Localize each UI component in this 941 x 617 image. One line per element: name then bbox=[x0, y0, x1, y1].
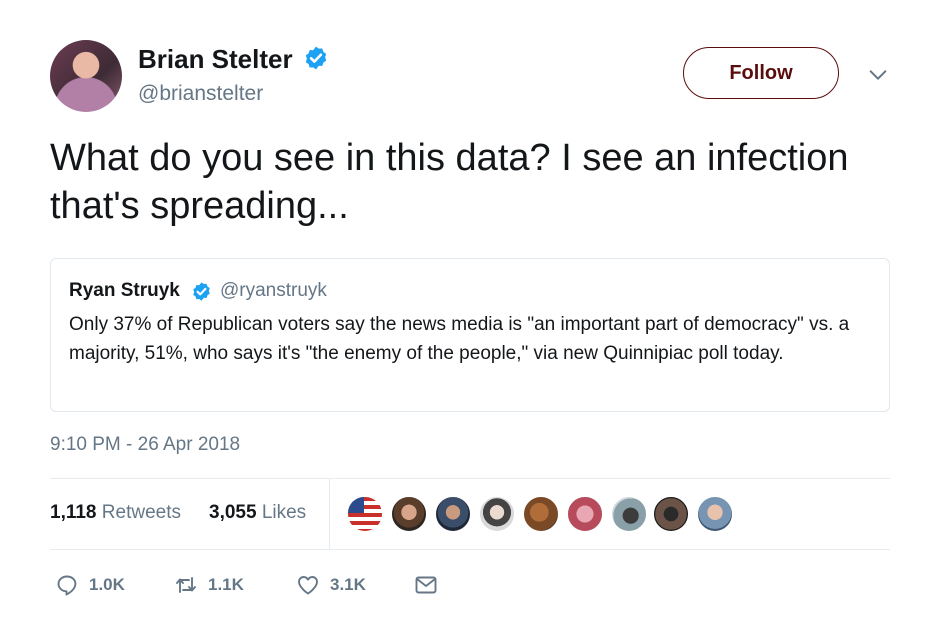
liker-avatar[interactable] bbox=[611, 496, 647, 532]
liker-avatar[interactable] bbox=[697, 496, 733, 532]
reply-count: 1.0K bbox=[89, 575, 125, 594]
retweets-stat[interactable]: 1,118 Retweets bbox=[50, 502, 181, 524]
liker-avatar[interactable] bbox=[653, 496, 689, 532]
likes-label: Likes bbox=[261, 502, 307, 523]
divider bbox=[50, 549, 890, 550]
author-handle[interactable]: @brianstelter bbox=[138, 82, 263, 106]
retweets-label: Retweets bbox=[101, 502, 181, 523]
tweet-text: What do you see in this data? I see an i… bbox=[50, 137, 849, 227]
liker-avatar[interactable] bbox=[479, 496, 515, 532]
reply-button[interactable]: 1.0K bbox=[55, 572, 125, 598]
like-button[interactable]: 3.1K bbox=[296, 572, 366, 598]
liker-avatar[interactable] bbox=[435, 496, 471, 532]
retweet-button[interactable]: 1.1K bbox=[174, 572, 244, 598]
liker-avatar[interactable] bbox=[391, 496, 427, 532]
verified-badge-icon bbox=[305, 46, 327, 70]
retweet-count: 1.1K bbox=[208, 575, 244, 594]
quoted-tweet-handle: @ryanstruyk bbox=[220, 280, 327, 301]
retweets-count: 1,118 bbox=[50, 502, 97, 523]
quoted-tweet-display-name: Ryan Struyk bbox=[69, 280, 180, 301]
author-display-name[interactable]: Brian Stelter bbox=[138, 44, 293, 75]
likes-stat[interactable]: 3,055 Likes bbox=[209, 502, 306, 524]
heart-icon bbox=[298, 576, 318, 595]
chevron-down-icon[interactable] bbox=[867, 64, 889, 86]
liker-avatar[interactable] bbox=[567, 496, 603, 532]
stats-separator bbox=[329, 479, 330, 549]
likes-count: 3,055 bbox=[209, 502, 257, 523]
envelope-icon bbox=[415, 576, 437, 594]
tweet-timestamp[interactable]: 9:10 PM - 26 Apr 2018 bbox=[50, 434, 240, 456]
like-count: 3.1K bbox=[330, 575, 366, 594]
liker-avatar[interactable] bbox=[347, 496, 383, 532]
retweet-icon bbox=[176, 577, 196, 593]
direct-message-button[interactable] bbox=[414, 572, 438, 598]
follow-button[interactable]: Follow bbox=[683, 47, 839, 99]
liker-avatar[interactable] bbox=[523, 496, 559, 532]
reply-icon bbox=[57, 575, 77, 596]
quoted-tweet-text: Only 37% of Republican voters say the ne… bbox=[69, 314, 850, 364]
quoted-verified-badge-icon bbox=[193, 282, 210, 301]
divider bbox=[50, 478, 890, 479]
author-avatar[interactable] bbox=[50, 40, 122, 112]
